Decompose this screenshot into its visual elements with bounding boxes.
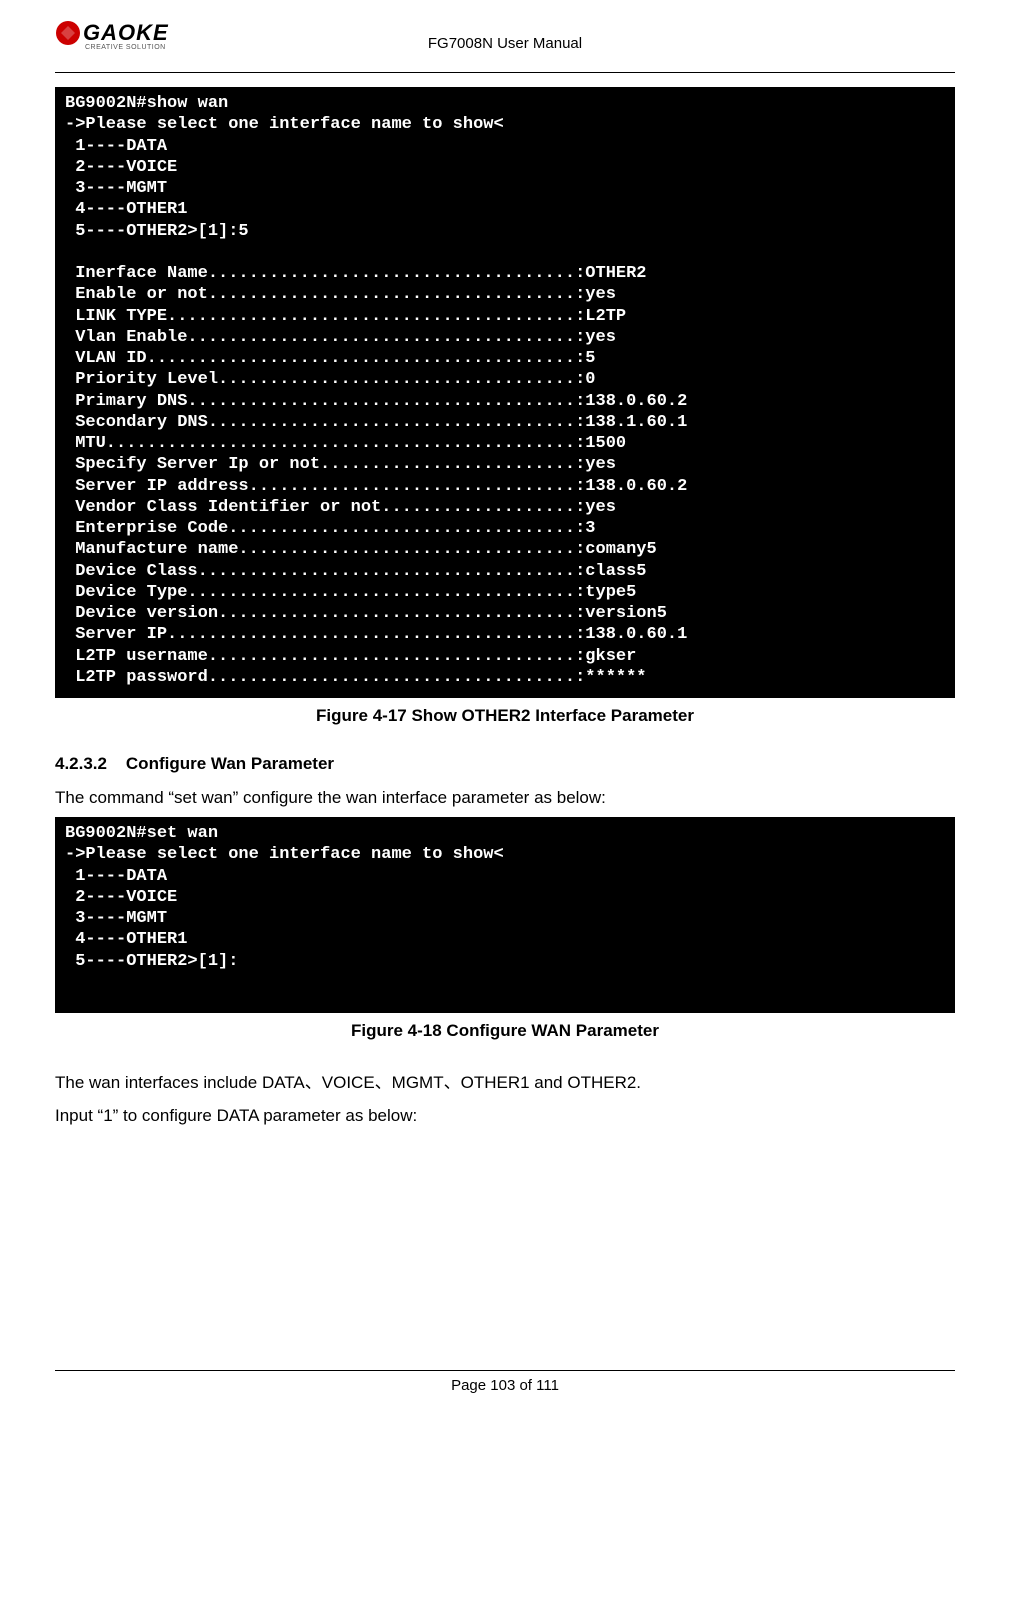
- figure-caption-4-18: Figure 4-18 Configure WAN Parameter: [55, 1021, 955, 1041]
- logo: GAOKE CREATIVE SOLUTION: [55, 20, 169, 46]
- page-footer: Page 103 of 111: [55, 1370, 955, 1394]
- paragraph-interfaces: The wan interfaces include DATA、VOICE、MG…: [55, 1069, 955, 1096]
- document-title: FG7008N User Manual: [428, 35, 582, 52]
- section-number: 4.2.3.2: [55, 754, 107, 773]
- section-heading: 4.2.3.2 Configure Wan Parameter: [55, 754, 955, 774]
- paragraph-input-1: Input “1” to configure DATA parameter as…: [55, 1102, 955, 1129]
- logo-icon: [55, 20, 81, 46]
- section-title: Configure Wan Parameter: [126, 754, 334, 773]
- terminal-output-set-wan: BG9002N#set wan ->Please select one inte…: [55, 817, 955, 1013]
- logo-tagline: CREATIVE SOLUTION: [85, 44, 215, 51]
- page: GAOKE CREATIVE SOLUTION FG7008N User Man…: [0, 0, 1010, 1434]
- terminal-output-show-wan: BG9002N#show wan ->Please select one int…: [55, 87, 955, 698]
- header-divider: [55, 72, 955, 73]
- intro-paragraph: The command “set wan” configure the wan …: [55, 784, 955, 811]
- figure-caption-4-17: Figure 4-17 Show OTHER2 Interface Parame…: [55, 706, 955, 726]
- logo-brand-text: GAOKE: [83, 20, 169, 46]
- page-header: GAOKE CREATIVE SOLUTION FG7008N User Man…: [55, 20, 955, 66]
- page-number: Page 103 of 111: [451, 1377, 559, 1394]
- footer-divider: [55, 1370, 955, 1371]
